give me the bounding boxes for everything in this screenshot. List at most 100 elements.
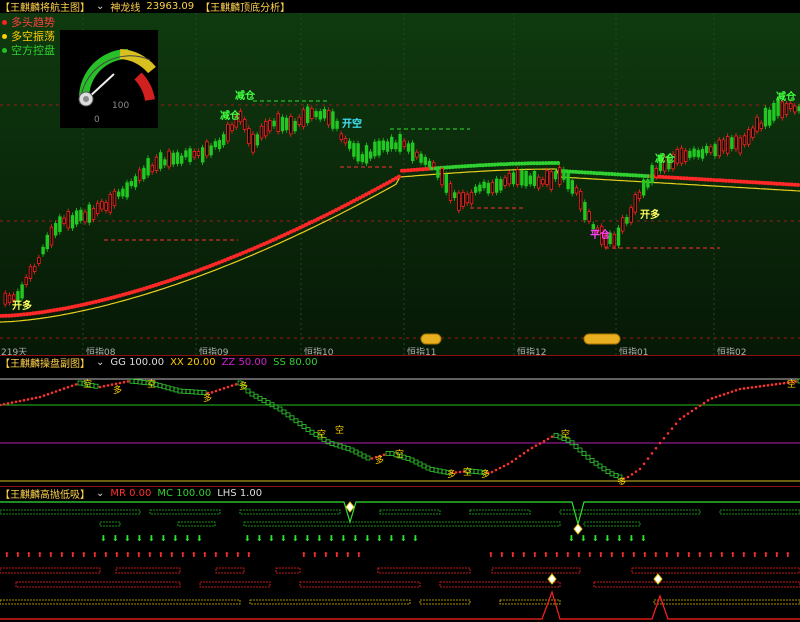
red-row-segment (377, 567, 471, 574)
candle-body (528, 175, 532, 185)
candle-body (574, 187, 579, 194)
candle-body (406, 143, 411, 152)
candle-body (259, 125, 264, 139)
candle-body (419, 153, 423, 163)
osc-box (253, 393, 259, 399)
osc-dot (766, 383, 770, 387)
chevron-down-icon[interactable]: ⌄ (96, 1, 104, 12)
legend-item: 空方控盘 (2, 42, 55, 58)
candle-body (272, 120, 276, 127)
sub2-title[interactable]: 【王麒麟高抛低吸】 (0, 486, 90, 501)
up-arrow-icon: ⬆ (202, 551, 208, 559)
up-arrow-icon: ⬆ (70, 551, 76, 559)
candle-body (423, 157, 427, 165)
candle-body (583, 201, 587, 221)
osc-dot (38, 395, 42, 399)
osc-box (353, 449, 359, 455)
up-arrow-icon: ⬆ (488, 551, 494, 559)
chevron-down-icon[interactable]: ⌄ (96, 357, 104, 368)
osc-dot (106, 384, 110, 387)
oscillator-subchart[interactable]: 空多空多多空 空多空多空多空多空 (0, 369, 800, 485)
down-arrow-icon: ⬇ (580, 534, 587, 543)
yellow-row-segment (419, 599, 471, 605)
osc-box (133, 379, 139, 385)
legend-dot-icon (2, 47, 7, 53)
osc-dot (30, 397, 34, 400)
osc-dot (650, 452, 654, 455)
osc-box (365, 455, 371, 461)
up-arrow-icon: ⬆ (169, 551, 175, 559)
red-row-segment (115, 567, 181, 574)
candle-body (163, 159, 167, 166)
candle-body (326, 110, 331, 126)
candle-body (553, 171, 558, 180)
candle-body (75, 210, 79, 225)
osc-box (177, 388, 183, 394)
green-row-segment (99, 521, 121, 527)
candle-body (49, 226, 54, 246)
candle-body (179, 155, 184, 164)
osc-box (289, 415, 295, 421)
osc-box (341, 444, 347, 450)
up-arrow-icon: ⬆ (323, 551, 329, 559)
osc-dot (218, 388, 222, 391)
osc-box (285, 412, 291, 418)
candle-body (293, 120, 297, 132)
ss-value: SS 80.00 (273, 357, 318, 368)
candle-body (377, 140, 381, 156)
sub1-title[interactable]: 【王麒麟操盘副图】 (0, 355, 90, 370)
candle-body (255, 134, 259, 146)
up-arrow-icon: ⬆ (719, 551, 725, 559)
candle-body (310, 108, 314, 119)
candle-body (200, 147, 205, 163)
osc-box (185, 389, 191, 394)
candle-body (721, 139, 726, 152)
candle-body (226, 123, 230, 142)
secondary-title[interactable]: 【王麒麟顶底分析】 (200, 0, 290, 14)
osc-box (433, 467, 439, 473)
osc-dot (718, 394, 722, 397)
legend-dot-icon (2, 33, 7, 39)
candle-body (713, 144, 717, 157)
osc-signal-label: 多 (239, 380, 248, 392)
candle-body (562, 169, 566, 180)
candle-body (532, 170, 537, 186)
candle-body (251, 133, 255, 153)
candle-body (343, 138, 348, 144)
candle-body (331, 111, 335, 129)
candle-body (100, 201, 104, 210)
up-arrow-icon: ⬆ (642, 551, 648, 559)
down-arrow-icon: ⬇ (340, 534, 347, 543)
close-position-label: 平仓 (590, 228, 611, 241)
osc-dot (750, 386, 754, 389)
osc-box (277, 406, 283, 412)
indicator-value: 23963.09 (146, 1, 195, 12)
chevron-down-icon[interactable]: ⌄ (96, 488, 104, 499)
osc-dot (62, 387, 66, 390)
osc-box (613, 473, 619, 478)
reduce-position-label: 减仓 (655, 152, 676, 165)
main-chart-title[interactable]: 【王麒麟将航主图】 (0, 0, 90, 14)
osc-box (345, 446, 351, 451)
osc-dot (670, 427, 674, 430)
osc-dot (774, 382, 778, 386)
candle-body (751, 127, 755, 138)
osc-box (293, 418, 299, 424)
high-low-subchart[interactable]: ⬇ ⬇ ⬇ ⬇ ⬇ ⬇ ⬇ ⬇ ⬇ ⬇ ⬇ ⬇ ⬇ ⬇ ⬇ ⬇ ⬇ ⬇ ⬇ ⬇ ⬇ ⬇ ⬇ ⬇ ⬇ ⬇ ⬇ ⬇ ⬇ ⬇ ⬇⬆ ⬆ ⬆ ⬆ ⬆ ⬆ ⬆ ⬆ ⬆… (0, 500, 800, 622)
down-arrow-icon: ⬇ (160, 534, 167, 543)
osc-box (137, 379, 143, 385)
candle-body (230, 124, 234, 132)
down-arrow-icon: ⬇ (292, 534, 299, 543)
candle-body (146, 158, 150, 176)
osc-signal-label: 多 (203, 392, 212, 404)
candle-body (738, 137, 742, 154)
osc-signal-label: 空 (561, 428, 570, 440)
gg-value: GG 100.00 (110, 357, 165, 368)
down-arrow-icon: ⬇ (364, 534, 371, 543)
down-arrow-icon: ⬇ (376, 534, 383, 543)
down-arrow-icon: ⬇ (616, 534, 623, 543)
candle-body (175, 152, 180, 164)
candle-body (507, 173, 511, 185)
osc-dot (634, 470, 638, 473)
candle-body (318, 111, 322, 120)
